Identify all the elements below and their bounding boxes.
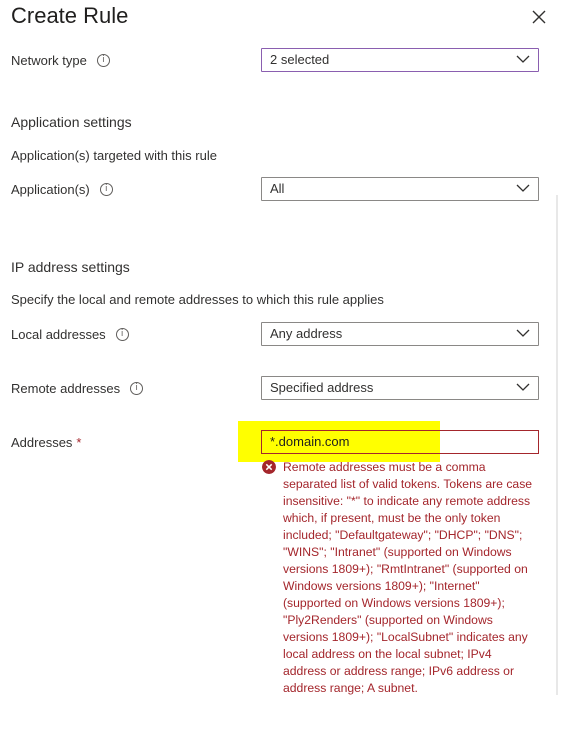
applications-value: All xyxy=(270,181,285,196)
application-settings-heading: Application settings xyxy=(11,114,132,130)
local-addresses-dropdown[interactable]: Any address xyxy=(261,322,539,346)
error-icon xyxy=(262,460,276,474)
applications-label: Application(s) xyxy=(11,182,90,197)
remote-addresses-label-row: Remote addresses i xyxy=(11,381,144,396)
close-icon[interactable] xyxy=(530,8,548,26)
ip-settings-heading: IP address settings xyxy=(11,259,130,275)
network-type-label: Network type xyxy=(11,53,87,68)
chevron-down-icon xyxy=(516,184,530,192)
remote-addresses-dropdown[interactable]: Specified address xyxy=(261,376,539,400)
required-marker: * xyxy=(76,435,82,450)
local-addresses-label-row: Local addresses i xyxy=(11,327,129,342)
panel-title: Create Rule xyxy=(11,3,129,28)
local-addresses-value: Any address xyxy=(270,326,343,341)
info-icon[interactable]: i xyxy=(115,328,129,341)
network-type-label-row: Network type i xyxy=(11,53,110,68)
applications-label-row: Application(s) i xyxy=(11,182,113,197)
info-icon[interactable]: i xyxy=(96,54,110,67)
remote-addresses-label: Remote addresses xyxy=(11,381,121,396)
chevron-down-icon xyxy=(516,55,530,63)
info-icon[interactable]: i xyxy=(99,183,113,196)
chevron-down-icon xyxy=(516,329,530,337)
application-settings-description: Application(s) targeted with this rule xyxy=(11,148,217,163)
info-icon[interactable]: i xyxy=(130,382,144,395)
addresses-input[interactable]: *.domain.com xyxy=(261,430,539,454)
addresses-label: Addresses xyxy=(11,435,73,450)
network-type-dropdown[interactable]: 2 selected xyxy=(261,48,539,72)
ip-settings-description: Specify the local and remote addresses t… xyxy=(11,292,384,307)
error-message: Remote addresses must be a comma separat… xyxy=(283,460,533,695)
local-addresses-label: Local addresses xyxy=(11,327,106,342)
remote-addresses-value: Specified address xyxy=(270,380,374,395)
addresses-input-value: *.domain.com xyxy=(270,434,350,449)
chevron-down-icon xyxy=(516,383,530,391)
scrollbar[interactable] xyxy=(556,195,558,695)
addresses-label-row: Addresses * xyxy=(11,435,81,450)
applications-dropdown[interactable]: All xyxy=(261,177,539,201)
network-type-value: 2 selected xyxy=(270,52,330,67)
